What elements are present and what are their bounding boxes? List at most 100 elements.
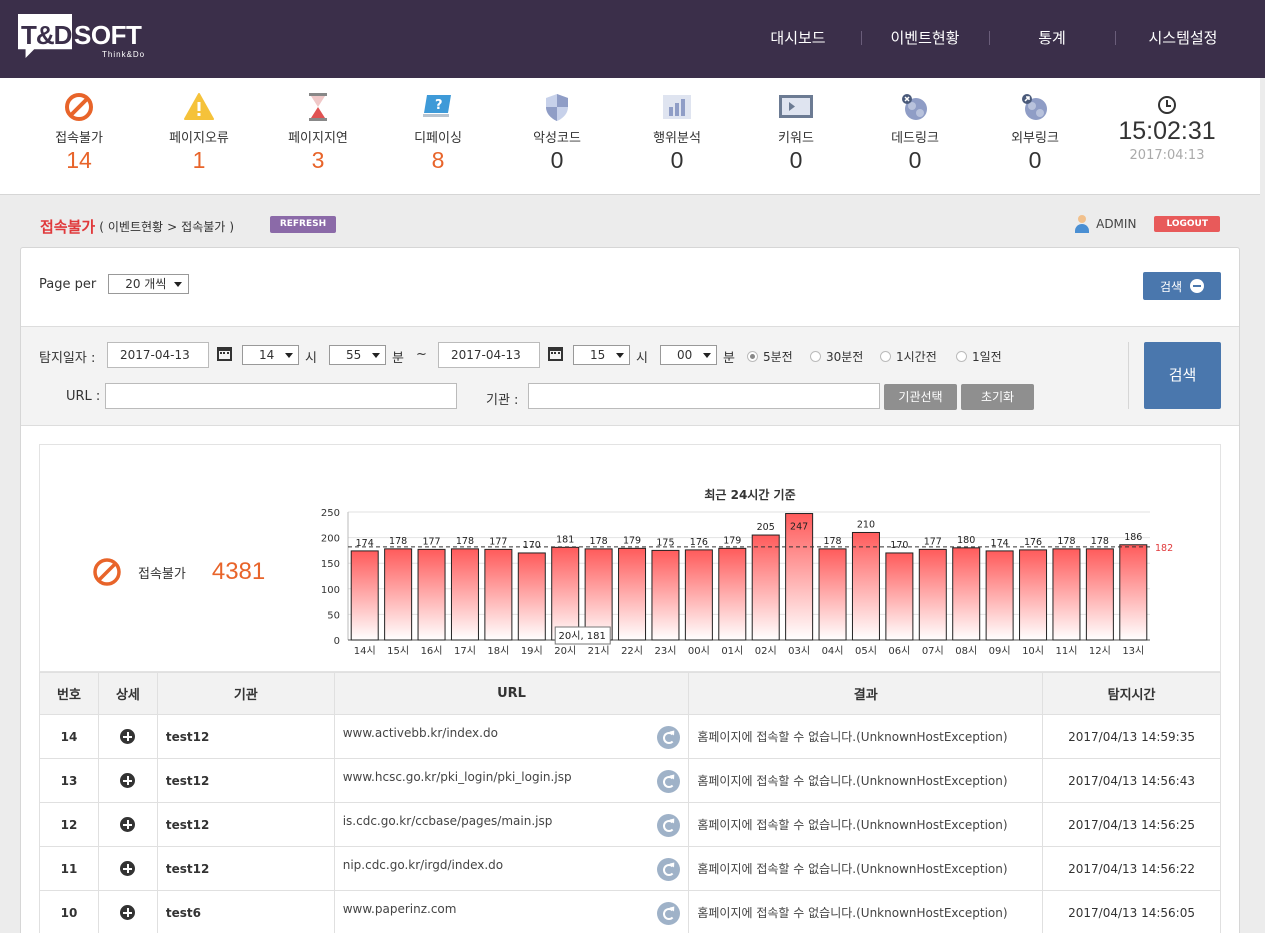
x-tick-label: 05시 (855, 645, 877, 657)
retry-icon[interactable] (657, 902, 681, 925)
bar (985, 550, 1014, 641)
status-behavior-analysis[interactable]: 행위분석 0 (627, 92, 727, 174)
row-url-text[interactable]: nip.cdc.go.kr/irgd/index.do (343, 858, 503, 872)
bar (384, 548, 413, 641)
page-per-label: Page per (39, 276, 97, 292)
bar (818, 548, 847, 641)
org-select-button[interactable]: 기관선택 (884, 384, 957, 410)
row-url-text[interactable]: is.cdc.go.kr/ccbase/pages/main.jsp (343, 814, 553, 828)
status-unreachable[interactable]: 접속불가 14 (29, 92, 129, 174)
x-tick-label: 11시 (1055, 645, 1077, 657)
search-button[interactable]: 검색 (1144, 342, 1221, 409)
status-page-delay[interactable]: 페이지지연 3 (268, 92, 368, 174)
logout-button[interactable]: LOGOUT (1154, 216, 1220, 232)
row-url: nip.cdc.go.kr/irgd/index.do (333, 846, 690, 891)
status-count: 14 (66, 147, 92, 173)
status-malware[interactable]: 악성코드 0 (507, 92, 607, 174)
reset-button[interactable]: 초기화 (961, 384, 1034, 410)
start-hour-select[interactable]: 14 (242, 345, 299, 365)
page-per-select[interactable]: 20 개씩 (108, 274, 190, 294)
nav-dashboard[interactable]: 대시보드 (735, 24, 861, 52)
row-time: 2017/04/13 14:56:05 (1042, 890, 1221, 933)
x-tick-label: 00시 (688, 645, 710, 657)
data-label: 178 (456, 536, 474, 547)
status-defacing[interactable]: ? 디페이싱 8 (388, 92, 488, 174)
logo[interactable]: T&D SOFT Think&Do (18, 14, 144, 60)
table-row[interactable]: 11 test12 nip.cdc.go.kr/irgd/index.do 홈페… (39, 846, 1221, 891)
average-label: 182 (1155, 543, 1173, 554)
radio-1day[interactable]: 1일전 (956, 348, 1002, 365)
radio-1hour[interactable]: 1시간전 (880, 348, 937, 365)
status-dead-link[interactable]: 데드링크 0 (865, 92, 965, 174)
retry-icon[interactable] (657, 858, 681, 881)
plus-circle-icon[interactable] (120, 861, 136, 876)
tooltip-text: 20시, 181 (559, 630, 606, 642)
bar-chart: 최근 24시간 기준 05010015020025017414시17815시17… (321, 487, 1173, 657)
event-table: 번호 상세 기관 URL 결과 탐지시간 14 test12 www.activ… (39, 672, 1221, 933)
range-separator: ~ (416, 347, 427, 362)
x-tick-label: 16시 (421, 645, 443, 657)
row-number: 13 (39, 758, 99, 803)
plus-circle-icon[interactable] (120, 773, 136, 788)
status-keyword[interactable]: 키워드 0 (746, 92, 846, 174)
retry-icon[interactable] (657, 770, 681, 793)
nav-system-settings[interactable]: 시스템설정 (1115, 24, 1265, 52)
page-per-control: Page per 20 개씩 (39, 274, 190, 294)
status-count: 3 (311, 147, 325, 173)
radio-dot (956, 351, 967, 362)
hour-unit: 시 (636, 351, 648, 366)
bar (551, 546, 580, 641)
calendar-icon[interactable] (548, 347, 563, 361)
breadcrumb-separator: > (167, 219, 178, 234)
row-org: test6 (156, 890, 335, 933)
radio-label: 5분전 (763, 350, 793, 364)
bar (684, 549, 713, 641)
bar (718, 547, 747, 641)
start-date-input[interactable]: 2017-04-13 (107, 342, 209, 368)
radio-30min[interactable]: 30분전 (810, 348, 863, 365)
row-url: www.activebb.kr/index.do (333, 714, 690, 759)
bar (484, 548, 513, 641)
refresh-button[interactable]: REFRESH (270, 216, 336, 233)
x-tick-label: 17시 (454, 645, 476, 657)
breadcrumb-item-event-status[interactable]: 이벤트현황 (108, 218, 163, 235)
table-row[interactable]: 12 test12 is.cdc.go.kr/ccbase/pages/main… (39, 802, 1221, 847)
plus-circle-icon[interactable] (120, 905, 136, 920)
status-page-error[interactable]: 페이지오류 1 (149, 92, 249, 174)
org-input[interactable] (528, 383, 880, 409)
status-external-link[interactable]: 외부링크 0 (985, 92, 1085, 174)
retry-icon[interactable] (657, 726, 681, 749)
radio-label: 30분전 (826, 350, 864, 364)
row-url: www.hcsc.go.kr/pki_login/pki_login.jsp (333, 758, 690, 803)
breadcrumb-open: ( (99, 219, 104, 234)
nav-event-status[interactable]: 이벤트현황 (861, 24, 989, 52)
calendar-icon[interactable] (217, 347, 232, 361)
page-title: 접속불가 (40, 218, 96, 236)
row-url-text[interactable]: www.hcsc.go.kr/pki_login/pki_login.jsp (343, 770, 572, 784)
radio-5min[interactable]: 5분전 (747, 348, 793, 365)
plus-circle-icon[interactable] (120, 729, 136, 744)
status-bar: 접속불가 14 페이지오류 1 페이지지연 3 ? 디페이싱 8 악성코드 0 … (0, 78, 1260, 195)
row-result: 홈페이지에 접속할 수 없습니다.(UnknownHostException) (688, 714, 1044, 759)
minute-unit: 분 (392, 351, 404, 366)
plus-circle-icon[interactable] (120, 817, 136, 832)
status-label: 데드링크 (891, 131, 939, 146)
table-row[interactable]: 14 test12 www.activebb.kr/index.do 홈페이지에… (39, 714, 1221, 759)
data-label: 170 (890, 540, 908, 551)
retry-icon[interactable] (657, 814, 681, 837)
end-minute-select[interactable]: 00 (660, 345, 717, 365)
status-label: 키워드 (778, 131, 814, 146)
search-toggle-button[interactable]: 검색 (1143, 272, 1221, 300)
status-count: 1 (192, 147, 206, 173)
data-label: 210 (857, 519, 875, 530)
shield-icon (542, 92, 572, 122)
table-row[interactable]: 13 test12 www.hcsc.go.kr/pki_login/pki_l… (39, 758, 1221, 803)
row-url-text[interactable]: www.activebb.kr/index.do (343, 726, 498, 740)
row-url-text[interactable]: www.paperinz.com (343, 902, 457, 916)
url-input[interactable] (105, 383, 457, 409)
end-date-input[interactable]: 2017-04-13 (438, 342, 540, 368)
start-minute-select[interactable]: 55 (329, 345, 386, 365)
table-row[interactable]: 10 test6 www.paperinz.com 홈페이지에 접속할 수 없습… (39, 890, 1221, 933)
nav-statistics[interactable]: 통계 (989, 24, 1115, 52)
end-hour-select[interactable]: 15 (573, 345, 630, 365)
